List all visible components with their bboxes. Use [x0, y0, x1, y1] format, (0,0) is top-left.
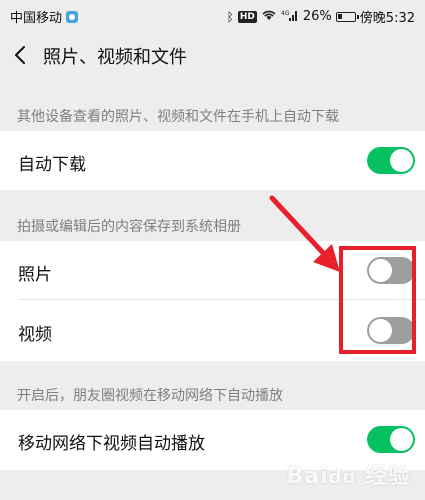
annotation-highlight-box: [339, 246, 416, 354]
baidu-watermark: Baidu 经验: [286, 464, 411, 489]
